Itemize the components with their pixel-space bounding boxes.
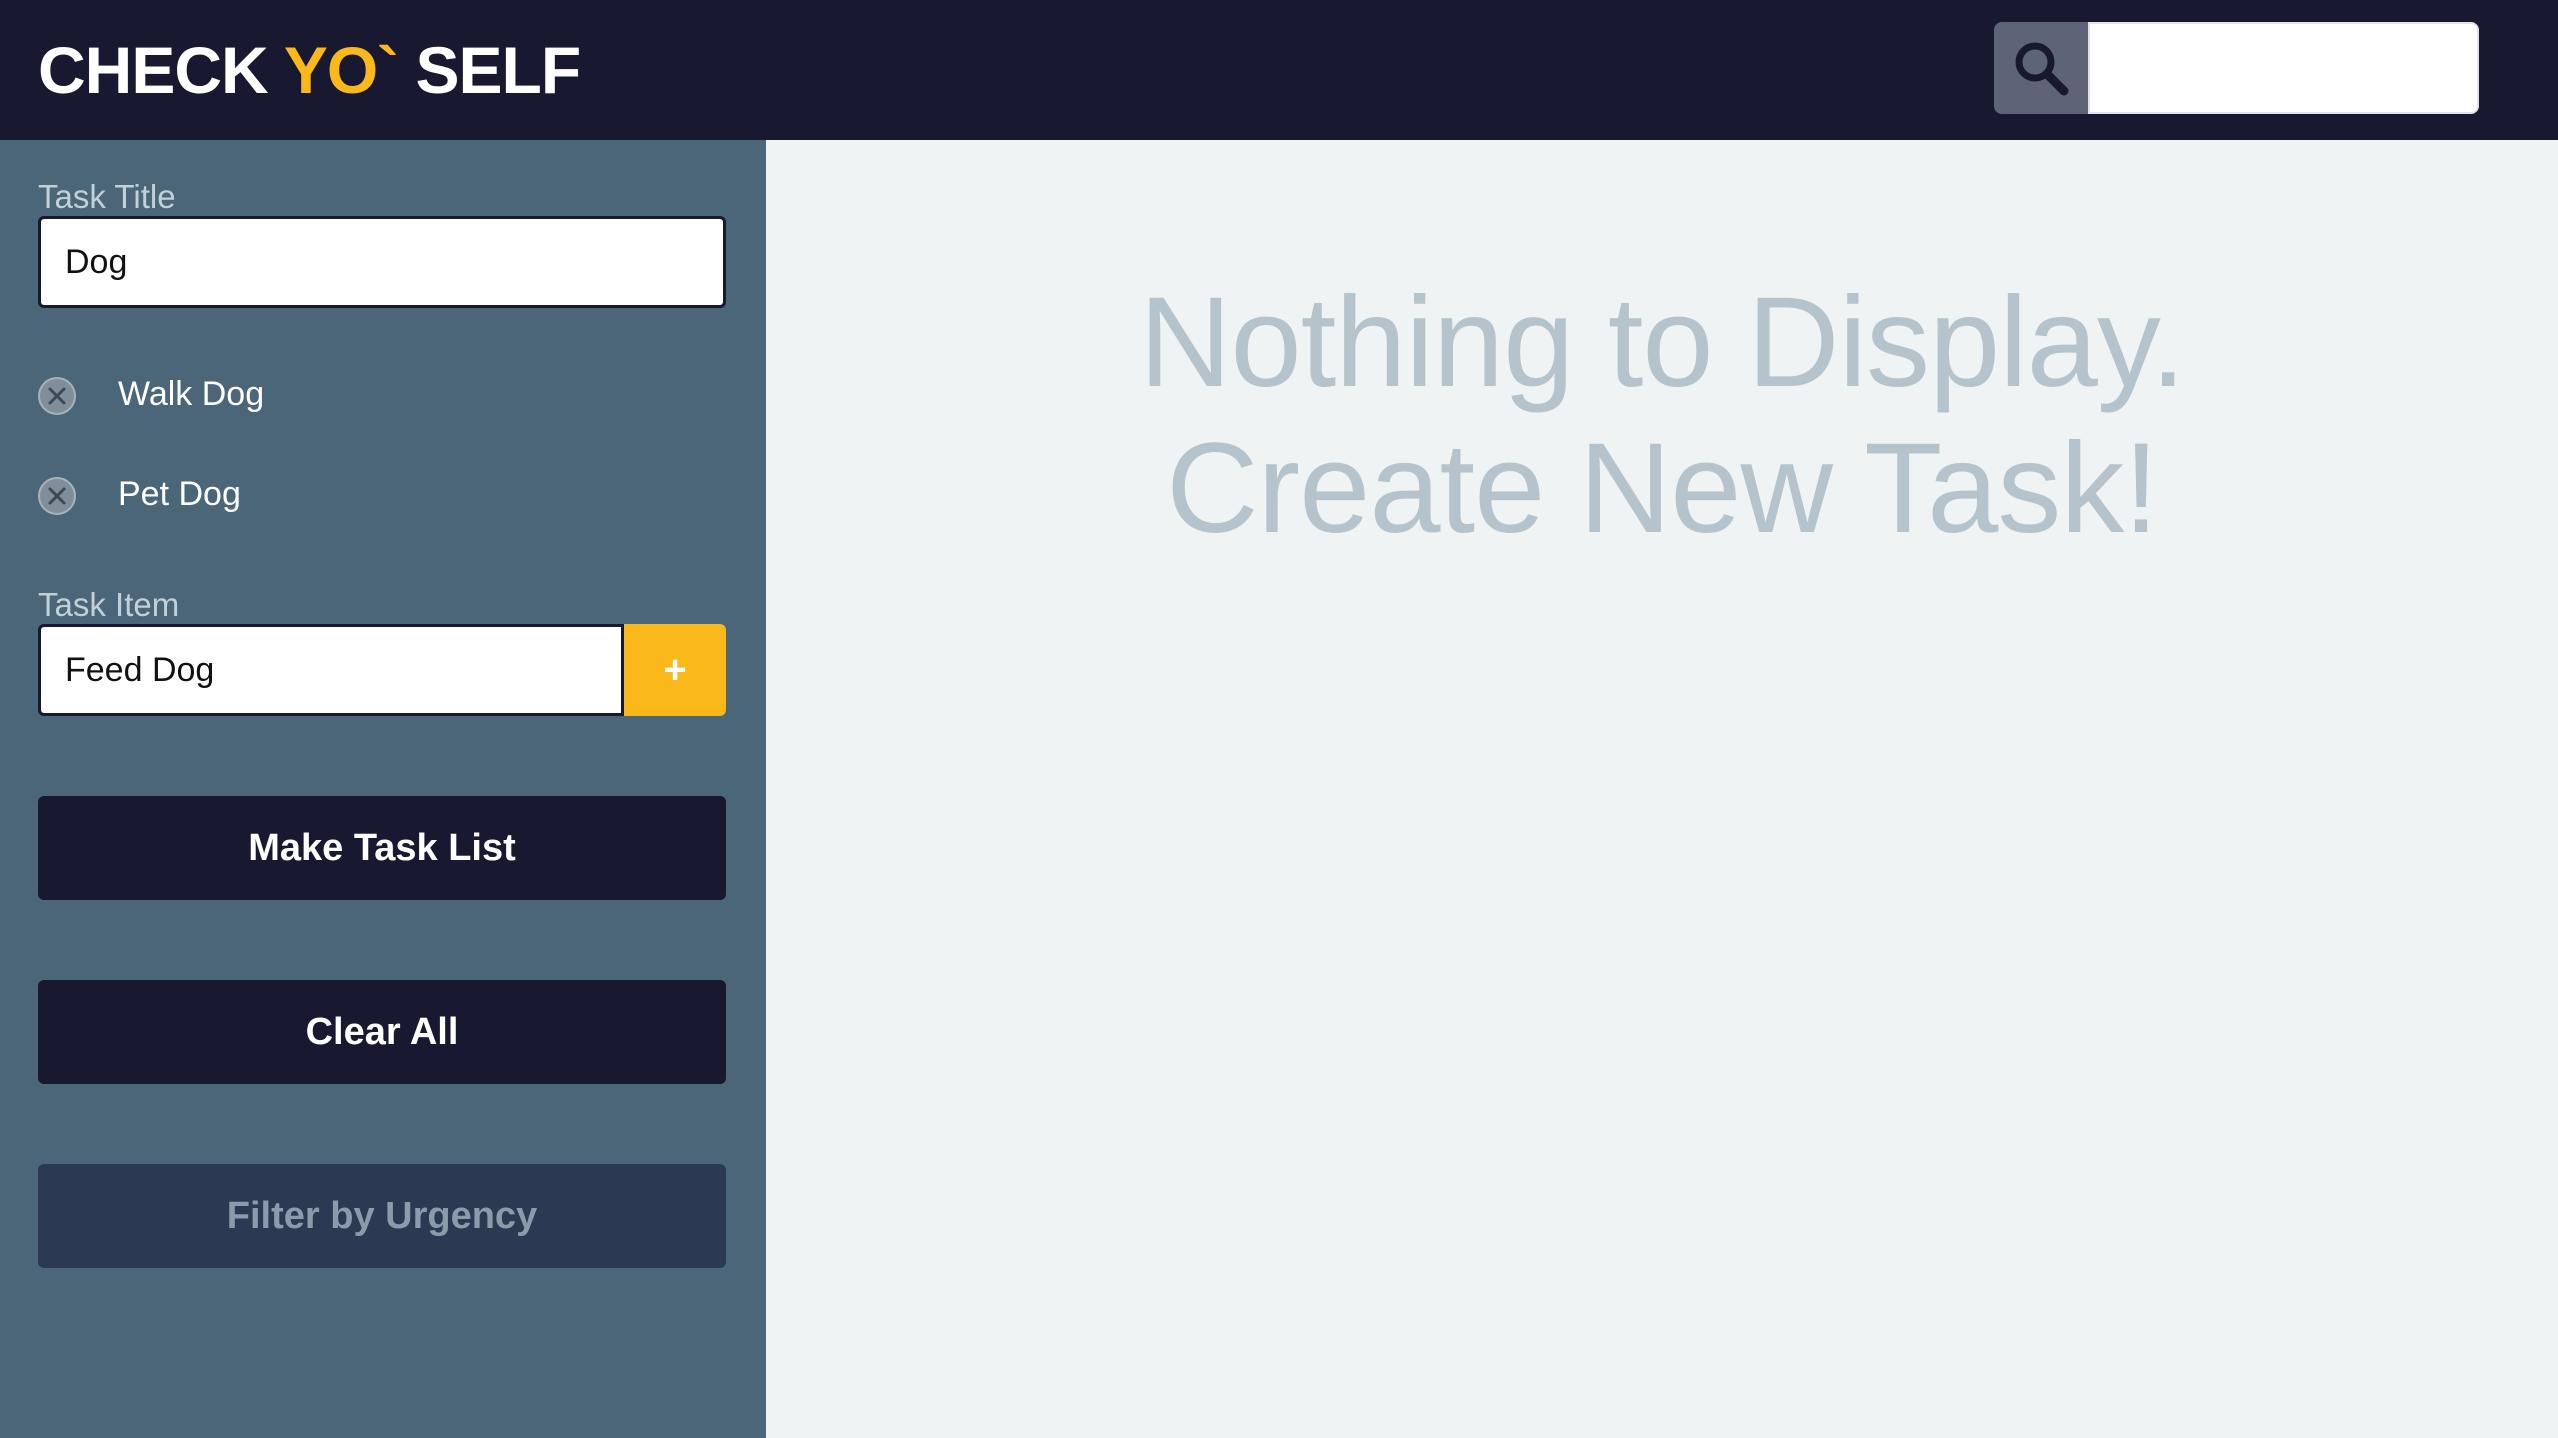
delete-item-button[interactable] xyxy=(38,377,76,415)
task-item-label: Task Item xyxy=(38,586,180,623)
close-icon xyxy=(48,387,66,405)
search-bar xyxy=(1994,22,2479,114)
task-item-input[interactable] xyxy=(38,624,624,716)
empty-state-message: Nothing to Display. Create New Task! xyxy=(766,270,2558,562)
list-item-label: Walk Dog xyxy=(118,375,265,413)
task-title-input[interactable] xyxy=(38,216,726,308)
delete-item-button[interactable] xyxy=(38,477,76,515)
empty-state-line-1: Nothing to Display. xyxy=(1139,271,2186,414)
make-task-list-button[interactable]: Make Task List xyxy=(38,796,726,900)
app-logo: CHECK YO` SELF xyxy=(38,30,582,110)
close-icon xyxy=(48,487,66,505)
search-button[interactable] xyxy=(1994,22,2088,114)
app-header: CHECK YO` SELF xyxy=(0,0,2558,140)
logo-text-self: SELF xyxy=(398,33,582,107)
logo-text-check: CHECK xyxy=(38,33,284,107)
clear-all-button[interactable]: Clear All xyxy=(38,980,726,1084)
list-item: Pet Dog xyxy=(38,473,638,523)
sidebar: Task Title Walk Dog Pet Dog Task Item + … xyxy=(0,140,766,1438)
list-item-label: Pet Dog xyxy=(118,475,241,513)
filter-by-urgency-button[interactable]: Filter by Urgency xyxy=(38,1164,726,1268)
logo-text-yo: YO` xyxy=(283,33,399,107)
magnifier-icon xyxy=(2015,42,2069,96)
search-input[interactable] xyxy=(2088,22,2479,114)
add-item-button[interactable]: + xyxy=(624,624,726,716)
empty-state-line-2: Create New Task! xyxy=(1166,417,2159,560)
list-item: Walk Dog xyxy=(38,373,638,423)
task-title-label: Task Title xyxy=(38,178,176,215)
